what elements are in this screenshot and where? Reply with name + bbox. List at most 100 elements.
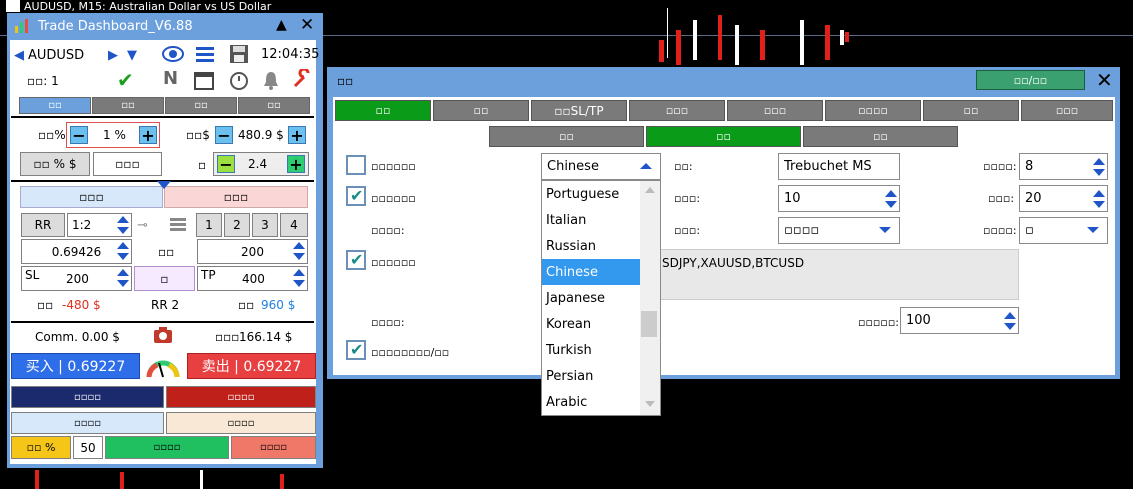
- option-checkbox-4[interactable]: [346, 250, 366, 270]
- prev-symbol-icon[interactable]: ◀: [14, 48, 24, 63]
- next-symbol-icon[interactable]: ▶: [108, 48, 118, 63]
- rr-select[interactable]: 1:2: [67, 213, 132, 237]
- language-dropdown-icon[interactable]: [640, 163, 652, 169]
- entry-price-field[interactable]: 0.69426: [21, 239, 132, 264]
- symbol-name[interactable]: AUDUSD: [28, 48, 84, 63]
- timer-icon[interactable]: [229, 70, 249, 90]
- field-6[interactable]: 100: [900, 307, 1019, 334]
- middle-button[interactable]: ▫: [134, 266, 195, 291]
- language-option[interactable]: Persian: [542, 363, 642, 389]
- settings-tab-6[interactable]: ▫▫: [923, 100, 1019, 121]
- field-2-spinner-icon[interactable]: [885, 190, 897, 208]
- tab-0[interactable]: ▫▫: [19, 97, 91, 114]
- field-2[interactable]: 10: [778, 185, 900, 212]
- tab-1[interactable]: ▫▫: [92, 97, 164, 114]
- tp-spinner-icon[interactable]: [293, 269, 305, 287]
- preset-2-button[interactable]: 2: [224, 213, 250, 237]
- language-option[interactable]: Italian: [542, 207, 642, 233]
- settings-tab-4[interactable]: ▫▫▫: [727, 100, 823, 121]
- close-icon[interactable]: ✕: [300, 15, 314, 35]
- dropdown-symbol-icon[interactable]: ▼: [127, 48, 137, 63]
- action-button-1[interactable]: ▫▫▫▫: [11, 386, 164, 408]
- font-field[interactable]: Trebuchet MS: [778, 153, 900, 180]
- sl-field[interactable]: SL 200: [21, 266, 132, 291]
- tab-3[interactable]: ▫▫: [238, 97, 310, 114]
- eye-icon[interactable]: [162, 44, 184, 64]
- calendar-icon[interactable]: [194, 70, 214, 90]
- settings-subtab-1[interactable]: ▫▫: [646, 126, 801, 147]
- dropdown-4-icon[interactable]: [879, 227, 891, 233]
- settings-top-button[interactable]: ▫▫/▫▫: [976, 70, 1085, 90]
- language-dropdown-list[interactable]: Portuguese Italian Russian Chinese Japan…: [541, 180, 661, 416]
- lines-icon[interactable]: [170, 216, 186, 232]
- points-field[interactable]: 200: [197, 239, 308, 264]
- percent-input[interactable]: 50: [73, 436, 103, 459]
- option-checkbox-2[interactable]: [346, 186, 366, 206]
- option-checkbox-1[interactable]: [346, 155, 366, 175]
- close-button-1[interactable]: ▫▫▫▫: [105, 436, 229, 459]
- dropdown-scrollbar[interactable]: [640, 181, 660, 415]
- settings-tab-2[interactable]: ▫▫SL/TP: [531, 100, 627, 121]
- settings-subtab-2[interactable]: ▫▫: [803, 126, 958, 147]
- money-plus-button[interactable]: +: [288, 126, 306, 145]
- settings-tab-0[interactable]: ▫▫: [335, 100, 431, 121]
- dashboard-titlebar[interactable]: Trade Dashboard_V6.88 ▲ ✕: [8, 14, 322, 40]
- field-6-spinner-icon[interactable]: [1004, 312, 1016, 330]
- risk-plus-button[interactable]: +: [139, 126, 157, 145]
- size-spinner-icon[interactable]: [1093, 158, 1105, 176]
- lock-line-icon[interactable]: ⊸: [137, 218, 148, 233]
- sell-button[interactable]: 卖出 | 0.69227: [187, 353, 316, 379]
- dropdown-5[interactable]: ▫: [1019, 217, 1108, 244]
- language-option[interactable]: Japanese: [542, 285, 642, 311]
- risk-minus-button[interactable]: −: [70, 126, 88, 145]
- rr-button[interactable]: RR: [21, 213, 65, 237]
- action-button-4[interactable]: ▫▫▫▫: [166, 412, 316, 434]
- settings-subtab-0[interactable]: ▫▫: [489, 126, 644, 147]
- percent-dollar-button[interactable]: ▫▫ % $: [20, 152, 90, 176]
- settings-tab-7[interactable]: ▫▫▫: [1021, 100, 1113, 121]
- preset-4-button[interactable]: 4: [280, 213, 308, 237]
- lot-value[interactable]: 2.4: [248, 157, 267, 171]
- settings-tab-3[interactable]: ▫▫▫: [629, 100, 725, 121]
- option-checkbox-6[interactable]: [346, 340, 366, 360]
- field-3[interactable]: 20: [1019, 185, 1108, 212]
- news-icon[interactable]: N: [163, 68, 178, 89]
- save-icon[interactable]: [229, 44, 249, 64]
- rr-spinner-icon[interactable]: [117, 216, 129, 234]
- menu-icon[interactable]: [195, 44, 215, 64]
- money-minus-button[interactable]: −: [215, 126, 233, 145]
- action-button-2[interactable]: ▫▫▫▫: [166, 386, 316, 408]
- dropdown-5-icon[interactable]: [1087, 227, 1099, 233]
- preset-1-button[interactable]: 1: [196, 213, 222, 237]
- language-option-selected[interactable]: Chinese: [542, 259, 642, 285]
- scroll-down-icon[interactable]: [645, 401, 655, 407]
- risk-money-value[interactable]: 480.9 $: [238, 128, 284, 142]
- preset-3-button[interactable]: 3: [252, 213, 278, 237]
- check-icon[interactable]: ✔: [117, 68, 134, 92]
- risk-percent-value[interactable]: 1 %: [103, 128, 126, 142]
- tp-field[interactable]: TP 400: [197, 266, 308, 291]
- settings-tab-5[interactable]: ▫▫▫▫: [825, 100, 921, 121]
- close-button-2[interactable]: ▫▫▫▫: [231, 436, 316, 459]
- buy-tab[interactable]: ▫▫▫: [20, 186, 163, 208]
- percent-button[interactable]: ▫▫ %: [11, 436, 71, 459]
- language-option[interactable]: Russian: [542, 233, 642, 259]
- points-spinner-icon[interactable]: [293, 242, 305, 260]
- settings-tab-1[interactable]: ▫▫: [433, 100, 529, 121]
- language-option[interactable]: Arabic: [542, 389, 642, 415]
- action-button-3[interactable]: ▫▫▫▫: [11, 412, 164, 434]
- sl-spinner-icon[interactable]: [117, 269, 129, 287]
- buy-button[interactable]: 买入 | 0.69227: [11, 353, 140, 379]
- bell-icon[interactable]: [262, 70, 280, 90]
- blank-button[interactable]: ▫▫▫: [93, 152, 162, 176]
- scroll-up-icon[interactable]: [645, 187, 655, 193]
- language-option[interactable]: Korean: [542, 311, 642, 337]
- settings-close-icon[interactable]: ✕: [1096, 68, 1113, 92]
- language-option[interactable]: Turkish: [542, 337, 642, 363]
- entry-spinner-icon[interactable]: [117, 242, 129, 260]
- language-option[interactable]: Portuguese: [542, 181, 642, 207]
- tab-2[interactable]: ▫▫: [165, 97, 237, 114]
- lot-minus-button[interactable]: −: [217, 155, 235, 174]
- dropdown-4[interactable]: ▫▫▫▫: [778, 217, 900, 244]
- size-field[interactable]: 8: [1019, 153, 1108, 180]
